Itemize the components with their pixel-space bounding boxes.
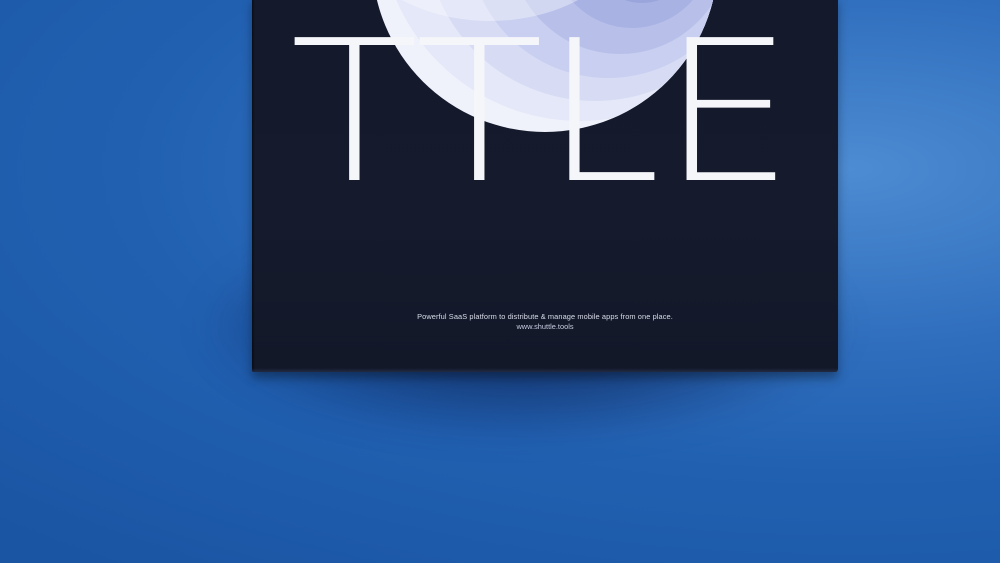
headline-text: TTLE	[290, 32, 794, 188]
poster-bottom-edge	[252, 368, 838, 372]
tagline-text: Powerful SaaS platform to distribute & m…	[417, 312, 673, 321]
website-url: www.shuttle.tools	[516, 322, 574, 331]
poster: TTLE Powerful SaaS platform to distribut…	[252, 0, 838, 372]
headline-title: TTLE	[290, 32, 794, 188]
